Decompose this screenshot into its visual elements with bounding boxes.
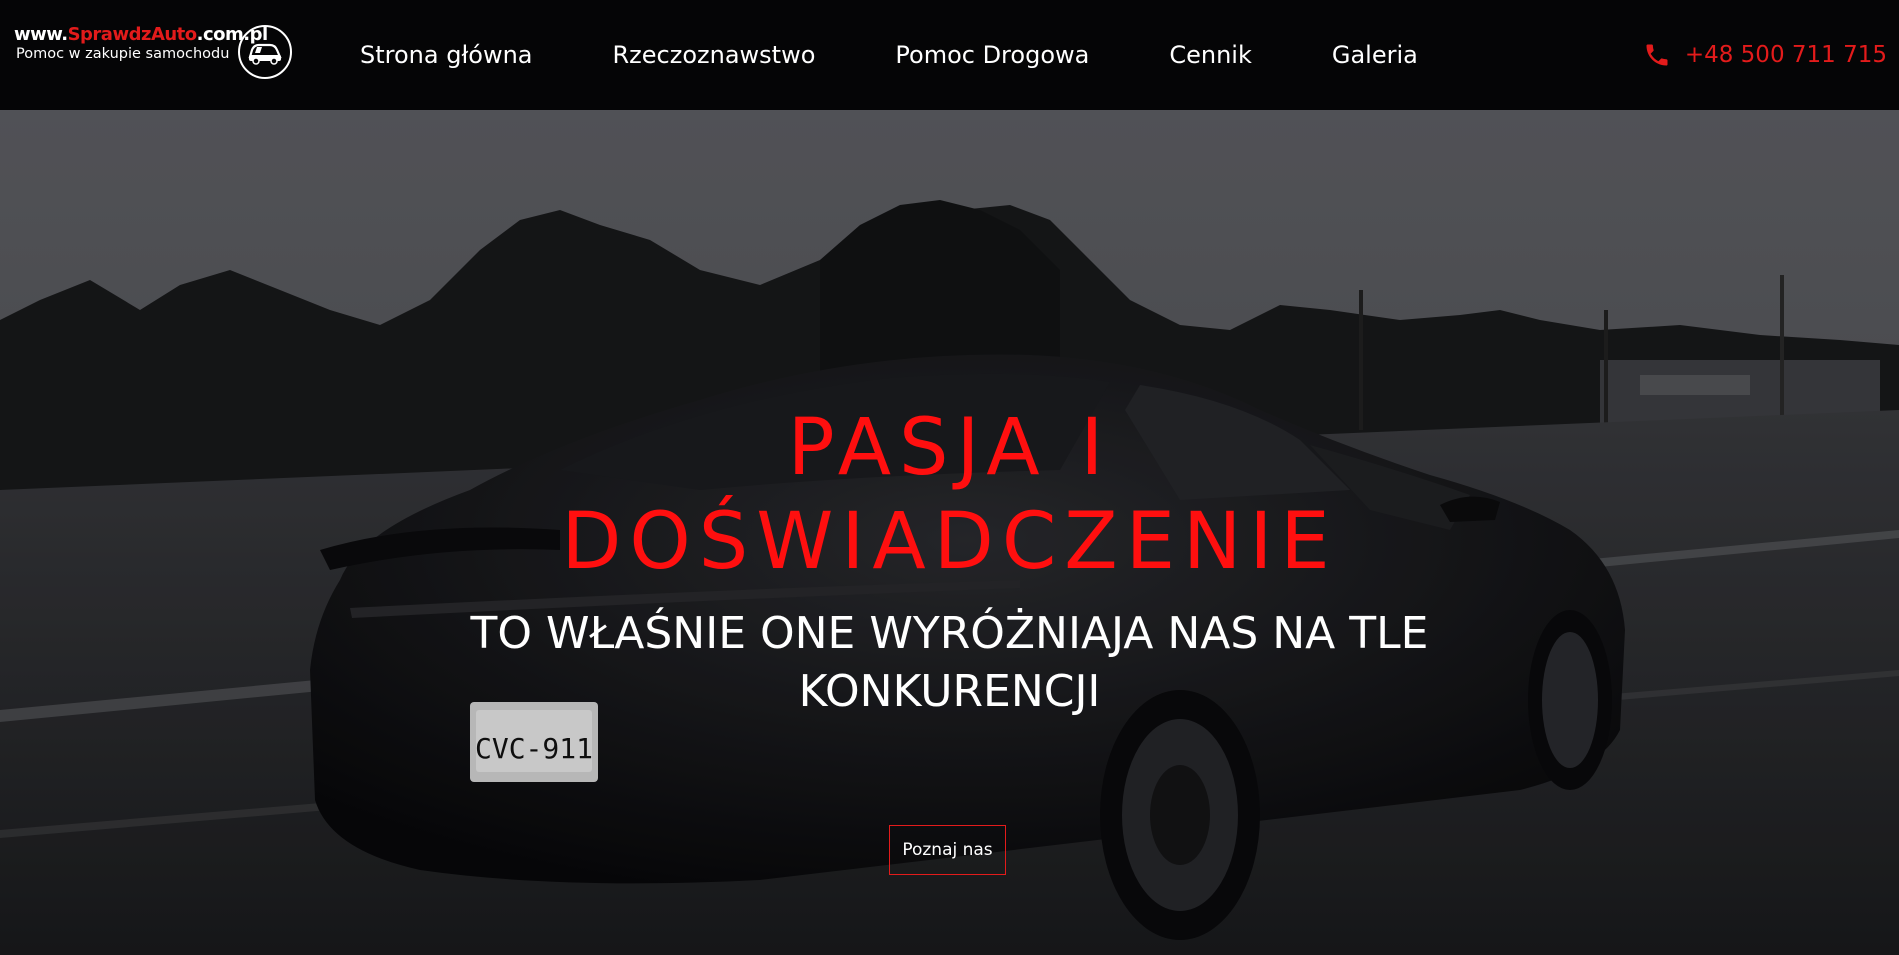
- hero-subtitle-line-2: KONKURENCJI: [798, 666, 1101, 717]
- logo-domain: www.SprawdzAuto.com.pl: [14, 24, 268, 45]
- phone-link[interactable]: +48 500 711 715: [1643, 0, 1887, 110]
- hero-subtitle-line-1: TO WŁAŚNIE ONE WYRÓŻNIAJA NAS NA TLE: [470, 608, 1429, 659]
- logo-tagline: Pomoc w zakupie samochodu: [16, 46, 230, 62]
- hero-section: CVC-911 PASJA I DOŚWIADCZENIE TO WŁAŚNIE…: [0, 110, 1899, 955]
- logo-domain-prefix: www.: [14, 24, 68, 45]
- hero-title-line-1: PASJA I: [787, 403, 1112, 493]
- phone-number: +48 500 711 715: [1684, 42, 1887, 68]
- main-nav: Strona główna Rzeczoznawstwo Pomoc Drogo…: [360, 0, 1418, 110]
- page: www.SprawdzAuto.com.pl Pomoc w zakupie s…: [0, 0, 1899, 955]
- about-us-button[interactable]: Poznaj nas: [889, 825, 1006, 875]
- nav-item-home[interactable]: Strona główna: [360, 41, 533, 69]
- nav-item-appraisal[interactable]: Rzeczoznawstwo: [613, 41, 816, 69]
- car-in-circle-icon: [238, 25, 292, 79]
- nav-item-roadside-assistance[interactable]: Pomoc Drogowa: [895, 41, 1089, 69]
- hero-title-line-2: DOŚWIADCZENIE: [561, 497, 1338, 587]
- site-header: www.SprawdzAuto.com.pl Pomoc w zakupie s…: [0, 0, 1899, 110]
- logo-link[interactable]: www.SprawdzAuto.com.pl Pomoc w zakupie s…: [14, 20, 304, 90]
- phone-icon: [1646, 44, 1668, 66]
- nav-item-gallery[interactable]: Galeria: [1332, 41, 1418, 69]
- hero-content: PASJA I DOŚWIADCZENIE TO WŁAŚNIE ONE WYR…: [0, 110, 1899, 955]
- nav-item-pricing[interactable]: Cennik: [1169, 41, 1252, 69]
- logo-domain-brand: SprawdzAuto: [67, 24, 198, 45]
